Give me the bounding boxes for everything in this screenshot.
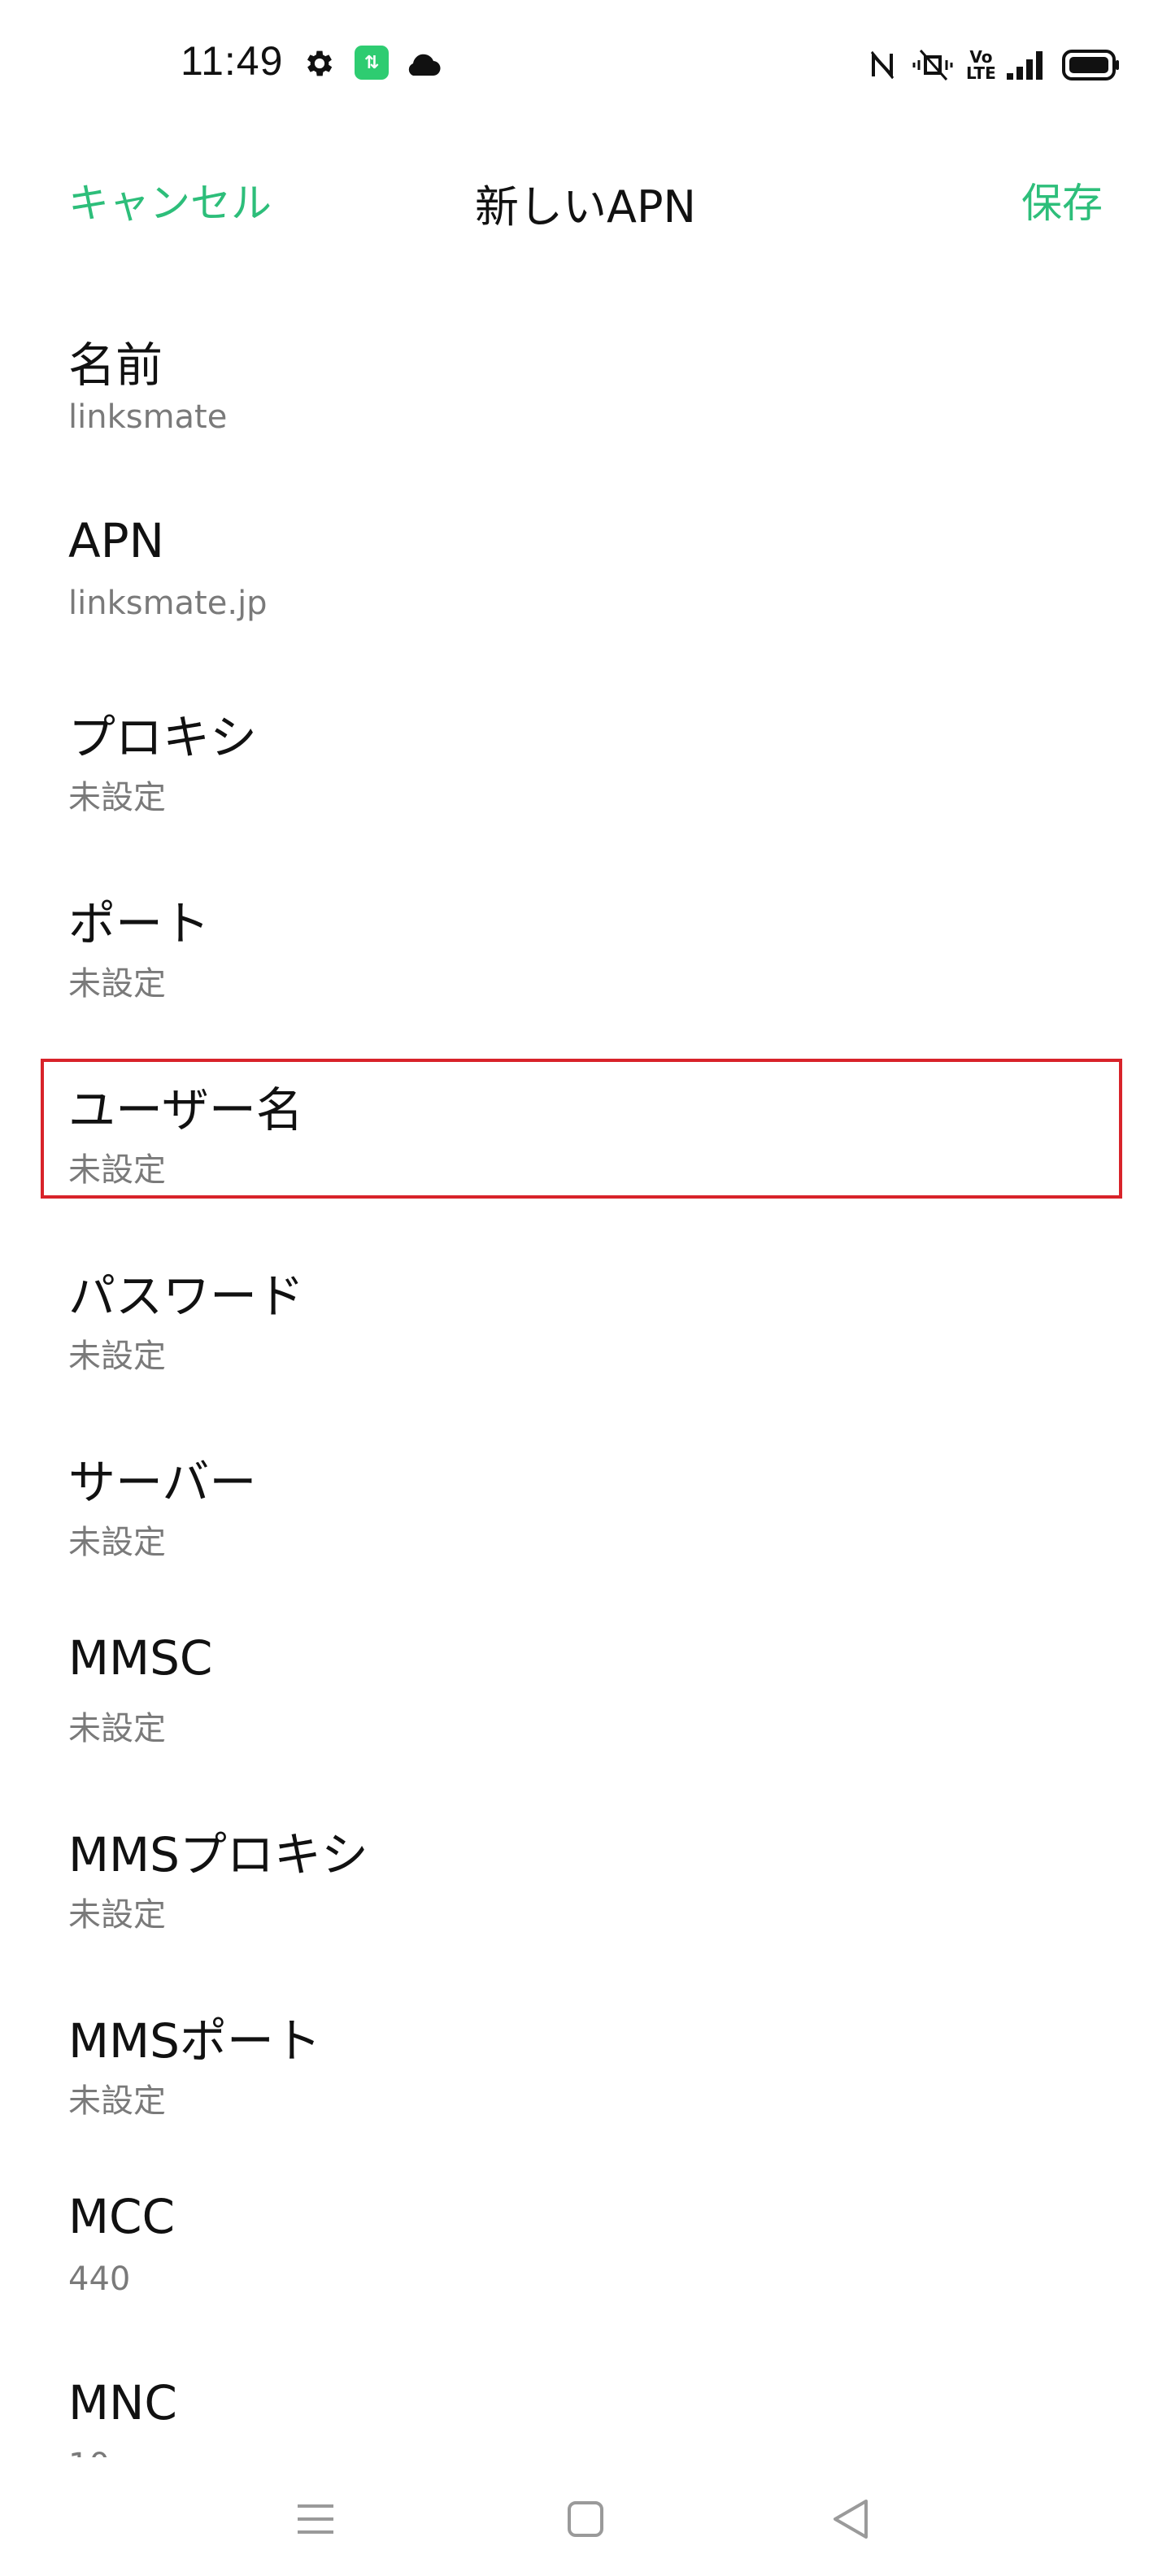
field-label: MMSプロキシ bbox=[68, 1827, 368, 1882]
home-icon[interactable] bbox=[561, 2495, 610, 2543]
nfc-icon bbox=[868, 46, 896, 85]
status-time: 11:49 bbox=[181, 38, 284, 84]
vibrate-icon bbox=[909, 46, 956, 85]
field-value: linksmate bbox=[68, 398, 228, 436]
apn-field-proxy[interactable]: プロキシ 未設定 bbox=[0, 675, 1171, 861]
apn-field-server[interactable]: サーバー 未設定 bbox=[0, 1420, 1171, 1606]
field-label: APN bbox=[68, 513, 165, 568]
save-button[interactable]: 保存 bbox=[1021, 171, 1103, 229]
field-label: ポート bbox=[68, 896, 211, 951]
sync-icon: ⇅ bbox=[355, 46, 389, 80]
field-value: 未設定 bbox=[68, 1710, 166, 1747]
status-bar: 11:49 ⇅ Vo LTE bbox=[0, 0, 1171, 130]
field-value: 未設定 bbox=[68, 965, 166, 1003]
field-label: MMSC bbox=[68, 1630, 213, 1686]
volte-bottom-label: LTE bbox=[966, 63, 996, 83]
apn-field-mms-port[interactable]: MMSポート 未設定 bbox=[0, 1978, 1171, 2165]
field-value: 未設定 bbox=[68, 1151, 166, 1189]
apn-field-port[interactable]: ポート 未設定 bbox=[0, 861, 1171, 1047]
volte-top-label: Vo bbox=[969, 47, 993, 67]
field-label: ユーザー名 bbox=[68, 1082, 303, 1138]
field-value: linksmate.jp bbox=[68, 585, 268, 622]
signal-icon bbox=[1005, 46, 1046, 85]
field-value: 未設定 bbox=[68, 1896, 166, 1934]
apn-field-mcc[interactable]: MCC 440 bbox=[0, 2165, 1171, 2351]
navigation-bar bbox=[0, 2464, 1171, 2576]
field-label: パスワード bbox=[68, 1268, 305, 1324]
field-value: 10 bbox=[68, 2447, 110, 2457]
field-value: 未設定 bbox=[68, 1524, 166, 1561]
field-value: 未設定 bbox=[68, 1338, 166, 1375]
apn-field-name[interactable]: 名前 linksmate bbox=[0, 302, 1171, 489]
battery-icon bbox=[1062, 46, 1121, 85]
field-label: 名前 bbox=[68, 337, 163, 393]
field-value: 440 bbox=[68, 2261, 131, 2298]
field-value: 未設定 bbox=[68, 2082, 166, 2120]
field-label: MNC bbox=[68, 2375, 177, 2430]
app-header: キャンセル 新しいAPN 保存 bbox=[0, 154, 1171, 244]
apn-settings-list: 名前 linksmate APN linksmate.jp プロキシ 未設定 ポ… bbox=[0, 302, 1171, 2457]
apn-field-apn[interactable]: APN linksmate.jp bbox=[0, 489, 1171, 675]
menu-icon[interactable] bbox=[291, 2495, 340, 2543]
apn-field-password[interactable]: パスワード 未設定 bbox=[0, 1234, 1171, 1420]
apn-field-mmsc[interactable]: MMSC 未設定 bbox=[0, 1606, 1171, 1792]
field-label: MCC bbox=[68, 2189, 176, 2244]
apn-field-mnc[interactable]: MNC 10 bbox=[0, 2351, 1171, 2457]
page-title: 新しいAPN bbox=[475, 181, 696, 233]
cloud-icon bbox=[403, 46, 441, 81]
gear-icon bbox=[303, 46, 337, 81]
back-icon[interactable] bbox=[826, 2495, 875, 2543]
field-label: サーバー bbox=[68, 1455, 257, 1510]
field-label: プロキシ bbox=[68, 710, 258, 765]
field-label: MMSポート bbox=[68, 2013, 321, 2069]
apn-field-username[interactable]: ユーザー名 未設定 bbox=[0, 1047, 1171, 1234]
field-value: 未設定 bbox=[68, 779, 166, 816]
apn-field-mms-proxy[interactable]: MMSプロキシ 未設定 bbox=[0, 1792, 1171, 1978]
volte-icon: Vo LTE bbox=[966, 46, 996, 85]
